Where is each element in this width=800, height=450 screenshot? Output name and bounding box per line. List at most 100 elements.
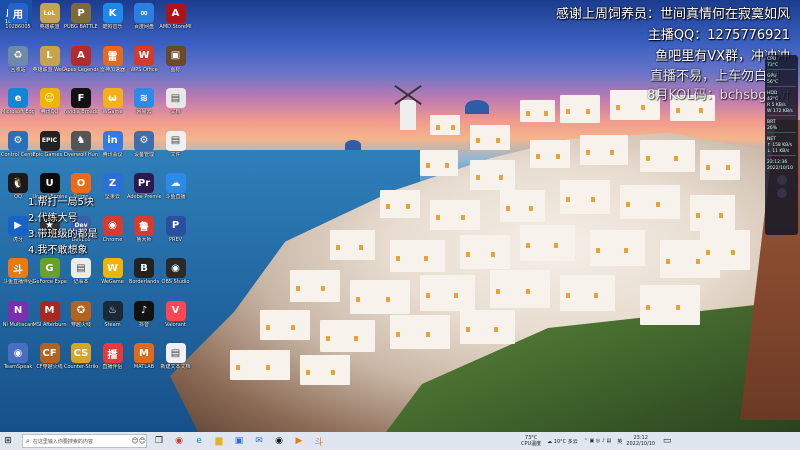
notification-button[interactable]: ▭ [659, 434, 675, 448]
taskbar-app-obs[interactable]: ◉ [271, 434, 287, 448]
desktop-icon[interactable]: GGeForce Experience [33, 258, 67, 285]
desktop-icon[interactable]: ω WGame [96, 88, 130, 115]
icon-label: 文件 [170, 151, 181, 158]
desktop-icon[interactable]: A Apex Legends [64, 45, 98, 73]
desktop-icon[interactable]: ♨ Steam [96, 300, 130, 328]
desktop-icon[interactable]: ♞Overwolf Hunger [64, 130, 98, 158]
icon-label: 图标 [170, 66, 181, 73]
lit-window [656, 202, 660, 207]
desktop-icon[interactable]: ▣ 图标 [159, 45, 193, 73]
app-icon: ω [102, 88, 123, 108]
taskbar-app-douyu[interactable]: 斗 [311, 434, 327, 448]
app-icon: ♻ [8, 45, 28, 66]
taskbar-app-chrome[interactable]: ◉ [171, 434, 187, 448]
edge-icon: e [196, 436, 202, 446]
app-icon: ▤ [165, 343, 186, 363]
desktop-icon[interactable]: V Valorant [159, 300, 193, 328]
tray-icons[interactable]: ⌃ ▣ ◎ ♪ ▤ [584, 438, 612, 444]
taskbar-app-edge[interactable]: e [191, 434, 207, 448]
icon-label: MSI Afterburner [32, 321, 67, 328]
taskbar-app-mail[interactable]: ✉ [251, 434, 267, 448]
monitor-moon-button[interactable] [776, 175, 787, 185]
desktop-icon[interactable]: L英雄联盟 WeGame版 [33, 45, 67, 73]
desktop-icon[interactable]: FNvidia Broadcast [64, 88, 98, 115]
desktop-icon[interactable]: ☁ 斗鱼直播 [159, 173, 193, 200]
desktop-icon[interactable]: ▤ 记事本 [64, 258, 98, 285]
lit-window [596, 248, 600, 253]
desktop-icon[interactable]: ≋ 网易云 [127, 88, 161, 115]
app-icon: ◉ [8, 343, 28, 363]
app-icon: ▤ [165, 88, 186, 108]
desktop-icon[interactable]: W WPS Office [127, 45, 161, 73]
desktop-icon[interactable]: K 酷狗音乐 [96, 3, 130, 30]
desktop-icon[interactable]: PPUBG BATTLEGR... [64, 3, 98, 30]
desktop-icon[interactable]: 斗斗鱼直播伴侣 [1, 258, 35, 285]
desktop-icon[interactable]: P PREV [159, 215, 193, 243]
icon-label: 腾讯QQ [40, 109, 59, 115]
desktop-icon[interactable]: ⚙Control Center 3.0 [1, 130, 35, 158]
desktop-icon[interactable]: LoL 英雄联盟 [33, 3, 67, 30]
clock[interactable]: 23:12 2022/10/10 [626, 435, 655, 447]
desktop-icon[interactable]: MMSI Afterburner [32, 300, 67, 328]
lit-window [676, 305, 680, 310]
app-icon: 斗 [8, 258, 28, 278]
icon-label: Epic Games Launcher [32, 151, 67, 158]
mail-icon: ✉ [255, 436, 263, 446]
overlay-left-4: 4.我不敢想象 [28, 245, 88, 256]
desktop-icon[interactable]: W WeGame [96, 258, 130, 285]
desktop-icon[interactable]: ▤ 文件 [159, 130, 193, 158]
desktop-icon[interactable]: ◉ TeamSpeak [1, 343, 35, 370]
desktop-icon[interactable]: ◉ Chrome [96, 215, 130, 243]
desktop-icon[interactable]: ☺ 腾讯QQ [33, 88, 67, 115]
lit-window [426, 163, 430, 168]
desktop-icon[interactable]: PrAdobe Premiere [127, 173, 161, 200]
lit-window [726, 165, 730, 170]
icon-label: Control Center 3.0 [1, 151, 35, 158]
desktop-icon[interactable]: ▤ 文档 [159, 88, 193, 115]
taskbar-app-live[interactable]: ▶ [291, 434, 307, 448]
desktop-icon[interactable]: ⚙ 设备管理 [127, 130, 161, 158]
lit-window [641, 105, 645, 110]
icon-label: 穿越火线 [70, 321, 91, 328]
desktop-icon[interactable]: EPICEpic Games Launcher [32, 130, 67, 158]
app-icon: ☁ [165, 173, 186, 193]
start-button[interactable]: ⊞ [0, 434, 16, 448]
desktop-icon[interactable]: M MATLAB [127, 343, 161, 370]
desktop-icon[interactable]: A AMD StoreMI [159, 3, 193, 30]
desktop-icon[interactable]: ∞ 百度网盘 [127, 3, 161, 30]
app-icon: W [102, 258, 123, 278]
app-icon: CS [71, 343, 91, 363]
desktop-icon[interactable]: 用 10286005 [1, 3, 35, 30]
desktop-icon[interactable]: e Microsoft Edge [1, 88, 35, 115]
taskbar-app-explorer[interactable]: ▆ [211, 434, 227, 448]
desktop-icon[interactable]: 鲁鲁大师 [127, 215, 161, 243]
search-input[interactable]: ⌕ 在这里输入你要搜索的内容 😊😊 [22, 434, 147, 448]
app-icon: 雷 [102, 45, 123, 66]
desktop-icon[interactable]: CSCounter-Strike Global Off... [64, 343, 98, 370]
desktop-icon[interactable]: ♪ 抖音 [127, 300, 161, 328]
desktop-icon[interactable]: 雷雷神加速器 [96, 45, 130, 73]
desktop-icon[interactable]: in 腾讯会议 [96, 130, 130, 158]
desktop-icon[interactable]: ♻ 回收站 [1, 45, 35, 73]
desktop-icon[interactable]: CF CF穿越火线 [33, 343, 67, 370]
monitor-settings-button[interactable] [776, 188, 787, 198]
desktop-icon[interactable]: 播直播伴侣 [96, 343, 130, 370]
language-indicator[interactable]: 英 [617, 438, 622, 445]
icon-label: 设备管理 [133, 151, 154, 158]
lit-window [536, 154, 540, 159]
desktop-icon[interactable]: B Borderlands [127, 258, 161, 285]
task-view-button[interactable]: ❐ [151, 434, 167, 448]
desktop-icon[interactable]: N NI Multiscan [1, 300, 35, 328]
desktop-icon[interactable]: Z 坚果云 [96, 173, 130, 200]
desktop-icon[interactable]: ✪ 穿越火线 [64, 300, 98, 328]
blue-dome [345, 140, 361, 150]
cpu-temp-tray[interactable]: 73°C CPU温度 [521, 435, 541, 447]
icon-label: 酷狗音乐 [102, 24, 123, 30]
taskbar-app-store[interactable]: ▣ [231, 434, 247, 448]
desktop-icon[interactable]: ▤ 新建文本文档 [159, 343, 193, 370]
lit-window [466, 252, 470, 257]
desktop-icon[interactable]: ◉ OBS Studio [159, 258, 193, 285]
weather-tray[interactable]: ☁ 10°C 多云 [547, 438, 578, 445]
icon-label: 记事本 [73, 279, 89, 285]
icon-label: CF穿越火线 [36, 364, 63, 370]
